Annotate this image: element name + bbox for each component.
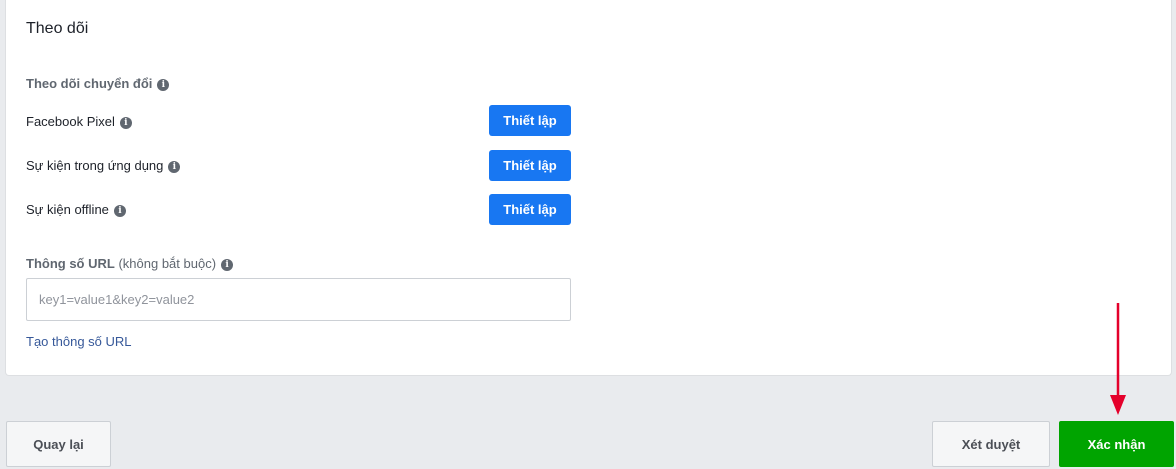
tracking-card: Theo dõi Theo dõi chuyển đổi i Facebook P… [5,0,1172,376]
url-parameters-title: Thông số URL [26,256,115,271]
url-parameters-optional: (không bắt buộc) [118,256,217,271]
back-button[interactable]: Quay lại [6,421,111,467]
info-icon[interactable]: i [168,161,181,173]
build-url-parameter-link[interactable]: Tạo thông số URL [26,334,132,349]
section-title: Theo dõi [26,20,89,37]
facebook-pixel-setup-button[interactable]: Thiết lập [489,105,571,136]
info-icon[interactable]: i [119,117,132,129]
url-parameters-label: Thông số URL (không bắt buộc) i [26,256,234,271]
app-events-label: Sự kiện trong ứng dụng i [26,158,181,173]
conversion-tracking-label: Theo dõi chuyển đổi i [26,76,170,91]
app-events-setup-button[interactable]: Thiết lập [489,150,571,181]
info-icon[interactable]: i [157,79,170,91]
facebook-pixel-text: Facebook Pixel [26,114,115,129]
review-button[interactable]: Xét duyệt [932,421,1050,467]
confirm-button[interactable]: Xác nhận [1059,421,1174,467]
app-events-text: Sự kiện trong ứng dụng [26,158,164,173]
url-parameters-input[interactable] [26,278,571,321]
info-icon[interactable]: i [113,205,126,217]
offline-events-text: Sự kiện offline [26,202,109,217]
offline-events-label: Sự kiện offline i [26,202,126,217]
info-icon[interactable]: i [221,259,234,271]
down-arrow-annotation-icon [1110,303,1126,415]
facebook-pixel-label: Facebook Pixel i [26,114,132,129]
conversion-tracking-text: Theo dõi chuyển đổi [26,76,153,91]
offline-events-setup-button[interactable]: Thiết lập [489,194,571,225]
